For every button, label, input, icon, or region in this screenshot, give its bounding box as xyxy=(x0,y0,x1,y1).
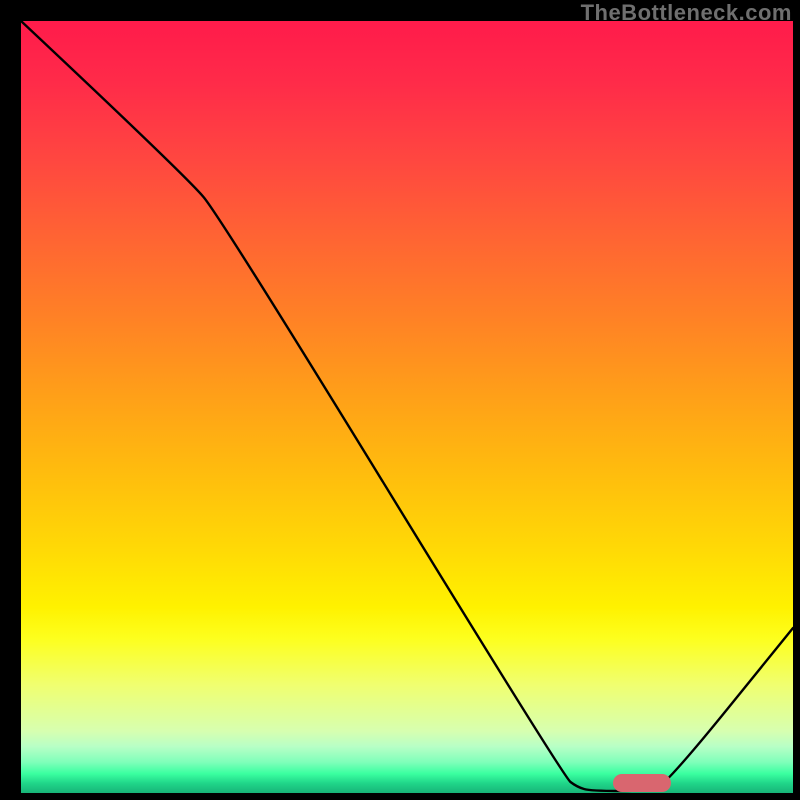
plot-area xyxy=(21,21,793,793)
optimal-zone-marker xyxy=(613,774,671,792)
gradient-background xyxy=(21,21,793,793)
gradient-plot xyxy=(21,21,793,793)
watermark-text: TheBottleneck.com xyxy=(581,0,792,26)
chart-frame: TheBottleneck.com xyxy=(0,0,800,800)
